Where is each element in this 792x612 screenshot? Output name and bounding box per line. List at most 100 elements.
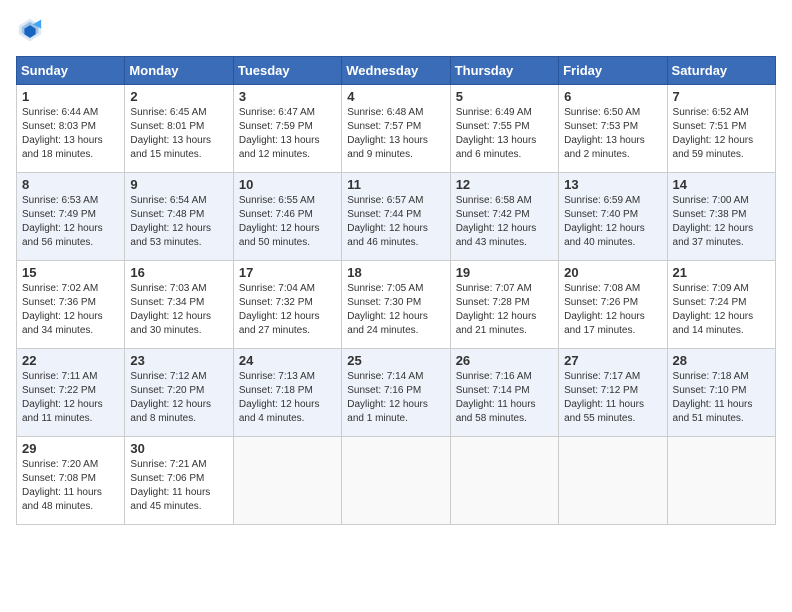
calendar-cell: 8 Sunrise: 6:53 AMSunset: 7:49 PMDaylight… [17, 173, 125, 261]
calendar-cell: 9 Sunrise: 6:54 AMSunset: 7:48 PMDaylight… [125, 173, 233, 261]
cell-info: Sunrise: 7:03 AMSunset: 7:34 PMDaylight:… [130, 282, 227, 338]
day-number: 23 [130, 353, 227, 368]
calendar-cell [667, 437, 775, 525]
calendar-cell: 15 Sunrise: 7:02 AMSunset: 7:36 PMDayligh… [17, 261, 125, 349]
weekday-header: Sunday [17, 57, 125, 85]
cell-info: Sunrise: 6:55 AMSunset: 7:46 PMDaylight:… [239, 194, 336, 250]
calendar-cell: 17 Sunrise: 7:04 AMSunset: 7:32 PMDayligh… [233, 261, 341, 349]
cell-info: Sunrise: 7:04 AMSunset: 7:32 PMDaylight:… [239, 282, 336, 338]
cell-info: Sunrise: 6:49 AMSunset: 7:55 PMDaylight:… [456, 106, 553, 162]
calendar-cell: 19Sunrise: 7:07 AMSunset: 7:28 PMDayligh… [450, 261, 558, 349]
calendar-cell: 5 Sunrise: 6:49 AMSunset: 7:55 PMDaylight… [450, 85, 558, 173]
day-number: 20 [564, 265, 661, 280]
calendar-week-row: 1 Sunrise: 6:44 AMSunset: 8:03 PMDaylight… [17, 85, 776, 173]
day-number: 9 [130, 177, 227, 192]
weekday-header: Monday [125, 57, 233, 85]
weekday-header: Tuesday [233, 57, 341, 85]
cell-info: Sunrise: 7:16 AMSunset: 7:14 PMDaylight:… [456, 370, 553, 426]
day-number: 8 [22, 177, 119, 192]
cell-info: Sunrise: 6:53 AMSunset: 7:49 PMDaylight:… [22, 194, 119, 250]
day-number: 3 [239, 89, 336, 104]
day-number: 13 [564, 177, 661, 192]
day-number: 25 [347, 353, 444, 368]
calendar-cell: 20 Sunrise: 7:08 AMSunset: 7:26 PMDayligh… [559, 261, 667, 349]
cell-info: Sunrise: 7:21 AMSunset: 7:06 PMDaylight:… [130, 458, 227, 514]
day-number: 17 [239, 265, 336, 280]
cell-info: Sunrise: 7:17 AMSunset: 7:12 PMDaylight:… [564, 370, 661, 426]
calendar-cell: 11 Sunrise: 6:57 AMSunset: 7:44 PMDayligh… [342, 173, 450, 261]
day-number: 27 [564, 353, 661, 368]
calendar-cell: 28 Sunrise: 7:18 AMSunset: 7:10 PMDayligh… [667, 349, 775, 437]
day-number: 1 [22, 89, 119, 104]
cell-info: Sunrise: 7:20 AMSunset: 7:08 PMDaylight:… [22, 458, 119, 514]
cell-info: Sunrise: 6:50 AMSunset: 7:53 PMDaylight:… [564, 106, 661, 162]
cell-info: Sunrise: 6:58 AMSunset: 7:42 PMDaylight:… [456, 194, 553, 250]
calendar-cell: 30 Sunrise: 7:21 AMSunset: 7:06 PMDayligh… [125, 437, 233, 525]
calendar-cell: 21 Sunrise: 7:09 AMSunset: 7:24 PMDayligh… [667, 261, 775, 349]
day-number: 11 [347, 177, 444, 192]
calendar-cell [233, 437, 341, 525]
day-number: 2 [130, 89, 227, 104]
cell-info: Sunrise: 6:52 AMSunset: 7:51 PMDaylight:… [673, 106, 770, 162]
calendar-cell: 6 Sunrise: 6:50 AMSunset: 7:53 PMDaylight… [559, 85, 667, 173]
day-number: 15 [22, 265, 119, 280]
weekday-header: Saturday [667, 57, 775, 85]
day-number: 26 [456, 353, 553, 368]
day-number: 5 [456, 89, 553, 104]
weekday-header: Wednesday [342, 57, 450, 85]
calendar-cell: 29Sunrise: 7:20 AMSunset: 7:08 PMDayligh… [17, 437, 125, 525]
calendar-week-row: 29Sunrise: 7:20 AMSunset: 7:08 PMDayligh… [17, 437, 776, 525]
calendar-cell: 1 Sunrise: 6:44 AMSunset: 8:03 PMDaylight… [17, 85, 125, 173]
cell-info: Sunrise: 7:12 AMSunset: 7:20 PMDaylight:… [130, 370, 227, 426]
cell-info: Sunrise: 7:13 AMSunset: 7:18 PMDaylight:… [239, 370, 336, 426]
calendar-cell: 16 Sunrise: 7:03 AMSunset: 7:34 PMDayligh… [125, 261, 233, 349]
calendar-cell: 27 Sunrise: 7:17 AMSunset: 7:12 PMDayligh… [559, 349, 667, 437]
weekday-header: Friday [559, 57, 667, 85]
calendar-cell: 3 Sunrise: 6:47 AMSunset: 7:59 PMDaylight… [233, 85, 341, 173]
cell-info: Sunrise: 6:48 AMSunset: 7:57 PMDaylight:… [347, 106, 444, 162]
page-header [16, 16, 776, 44]
logo [16, 16, 48, 44]
cell-info: Sunrise: 6:59 AMSunset: 7:40 PMDaylight:… [564, 194, 661, 250]
cell-info: Sunrise: 7:07 AMSunset: 7:28 PMDaylight:… [456, 282, 553, 338]
day-number: 7 [673, 89, 770, 104]
day-number: 28 [673, 353, 770, 368]
day-number: 14 [673, 177, 770, 192]
day-number: 6 [564, 89, 661, 104]
day-number: 18 [347, 265, 444, 280]
day-number: 24 [239, 353, 336, 368]
calendar-cell [559, 437, 667, 525]
calendar-week-row: 8 Sunrise: 6:53 AMSunset: 7:49 PMDaylight… [17, 173, 776, 261]
day-number: 30 [130, 441, 227, 456]
calendar-cell: 14Sunrise: 7:00 AMSunset: 7:38 PMDayligh… [667, 173, 775, 261]
calendar-cell: 26 Sunrise: 7:16 AMSunset: 7:14 PMDayligh… [450, 349, 558, 437]
day-number: 16 [130, 265, 227, 280]
calendar-cell: 25Sunrise: 7:14 AMSunset: 7:16 PMDayligh… [342, 349, 450, 437]
logo-icon [16, 16, 44, 44]
calendar-cell: 22Sunrise: 7:11 AMSunset: 7:22 PMDayligh… [17, 349, 125, 437]
cell-info: Sunrise: 6:57 AMSunset: 7:44 PMDaylight:… [347, 194, 444, 250]
calendar-cell: 12Sunrise: 6:58 AMSunset: 7:42 PMDayligh… [450, 173, 558, 261]
cell-info: Sunrise: 7:18 AMSunset: 7:10 PMDaylight:… [673, 370, 770, 426]
weekday-header: Thursday [450, 57, 558, 85]
cell-info: Sunrise: 6:47 AMSunset: 7:59 PMDaylight:… [239, 106, 336, 162]
calendar-cell [450, 437, 558, 525]
calendar-cell: 2 Sunrise: 6:45 AMSunset: 8:01 PMDaylight… [125, 85, 233, 173]
calendar-week-row: 15 Sunrise: 7:02 AMSunset: 7:36 PMDayligh… [17, 261, 776, 349]
cell-info: Sunrise: 7:02 AMSunset: 7:36 PMDaylight:… [22, 282, 119, 338]
cell-info: Sunrise: 6:54 AMSunset: 7:48 PMDaylight:… [130, 194, 227, 250]
calendar-cell: 7 Sunrise: 6:52 AMSunset: 7:51 PMDaylight… [667, 85, 775, 173]
calendar-week-row: 22Sunrise: 7:11 AMSunset: 7:22 PMDayligh… [17, 349, 776, 437]
cell-info: Sunrise: 6:44 AMSunset: 8:03 PMDaylight:… [22, 106, 119, 162]
calendar-cell: 10Sunrise: 6:55 AMSunset: 7:46 PMDayligh… [233, 173, 341, 261]
cell-info: Sunrise: 7:08 AMSunset: 7:26 PMDaylight:… [564, 282, 661, 338]
calendar-table: SundayMondayTuesdayWednesdayThursdayFrid… [16, 56, 776, 525]
calendar-cell: 23 Sunrise: 7:12 AMSunset: 7:20 PMDayligh… [125, 349, 233, 437]
weekday-header-row: SundayMondayTuesdayWednesdayThursdayFrid… [17, 57, 776, 85]
calendar-cell: 18Sunrise: 7:05 AMSunset: 7:30 PMDayligh… [342, 261, 450, 349]
calendar-cell [342, 437, 450, 525]
day-number: 4 [347, 89, 444, 104]
cell-info: Sunrise: 7:09 AMSunset: 7:24 PMDaylight:… [673, 282, 770, 338]
cell-info: Sunrise: 6:45 AMSunset: 8:01 PMDaylight:… [130, 106, 227, 162]
day-number: 21 [673, 265, 770, 280]
